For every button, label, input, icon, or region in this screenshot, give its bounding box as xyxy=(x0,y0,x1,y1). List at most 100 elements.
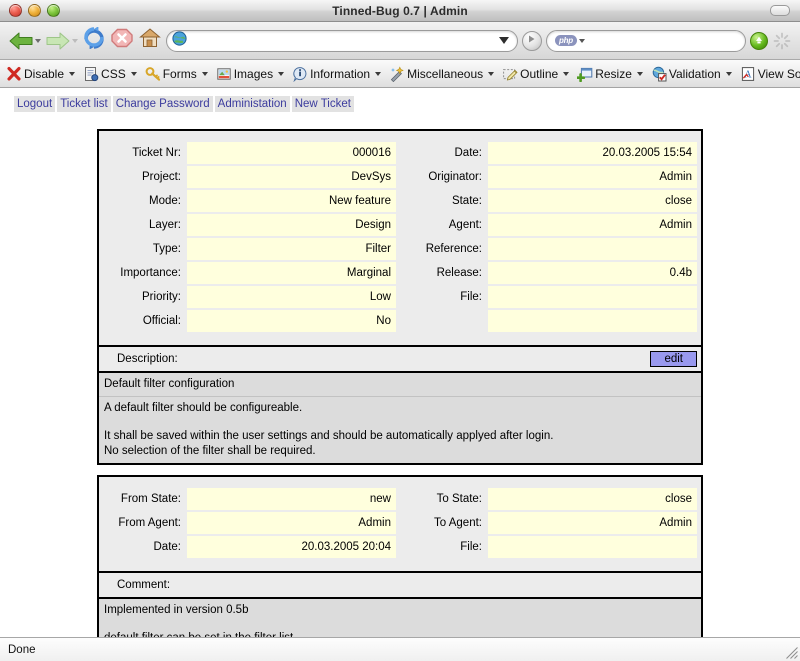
chevron-down-icon[interactable] xyxy=(69,71,76,76)
devbar-label: Information xyxy=(310,66,371,81)
field-row-layer: Layer: Design xyxy=(99,214,396,236)
devbar-label: Forms xyxy=(162,66,197,81)
go-arrow-icon xyxy=(526,32,538,50)
field-row-transition-date: Date: 20.03.2005 20:04 xyxy=(99,536,396,558)
home-icon xyxy=(138,27,162,54)
comment-caption: Comment: xyxy=(117,579,171,591)
field-label: Layer: xyxy=(149,219,181,231)
devbar-item-resize[interactable]: Resize xyxy=(573,62,647,86)
devbar-item-information[interactable]: Information xyxy=(288,62,385,86)
toolbar-toggle-button[interactable] xyxy=(770,5,790,16)
download-arrow-icon xyxy=(754,32,764,50)
field-label xyxy=(400,310,488,332)
field-row-transition-file: File: xyxy=(400,536,697,558)
images-picture-icon xyxy=(216,66,232,82)
field-value-transition-file xyxy=(488,536,697,558)
nav-link-change-password[interactable]: Change Password xyxy=(112,96,213,112)
devbar-item-miscellaneous[interactable]: Miscellaneous xyxy=(385,62,498,86)
back-dropdown-icon[interactable] xyxy=(35,38,41,43)
information-icon xyxy=(292,66,308,82)
back-button[interactable] xyxy=(8,30,41,52)
forward-button[interactable] xyxy=(45,30,78,52)
field-label: Project: xyxy=(142,171,181,183)
reload-icon xyxy=(82,26,106,54)
nav-link-administation[interactable]: Administation xyxy=(214,96,290,112)
field-value-mode: New feature xyxy=(187,190,396,212)
minimize-button[interactable] xyxy=(28,4,41,17)
nav-link-logout[interactable]: Logout xyxy=(14,96,56,112)
edit-description-button[interactable]: edit xyxy=(650,351,697,367)
zoom-button[interactable] xyxy=(47,4,60,17)
search-bar[interactable]: php xyxy=(545,29,746,52)
field-value-type: Filter xyxy=(187,238,396,260)
reload-button[interactable] xyxy=(82,26,106,54)
field-label: From State: xyxy=(120,493,181,505)
web-developer-toolbar: Disable CSS Forms Images Information Mis… xyxy=(0,60,800,88)
home-button[interactable] xyxy=(138,27,162,54)
search-input[interactable] xyxy=(585,31,737,50)
chevron-down-icon[interactable] xyxy=(725,71,732,76)
miscellaneous-wand-icon xyxy=(389,65,405,82)
red-x-icon xyxy=(6,66,22,82)
devbar-item-forms[interactable]: Forms xyxy=(141,62,212,86)
field-value-official: No xyxy=(187,310,396,332)
field-value-ticket-nr: 000016 xyxy=(187,142,396,164)
chevron-down-icon[interactable] xyxy=(488,71,495,76)
address-input[interactable] xyxy=(187,31,499,50)
back-arrow-icon xyxy=(8,30,34,52)
field-label: Originator: xyxy=(428,171,482,183)
field-label: File: xyxy=(460,541,482,553)
resize-grip-icon[interactable] xyxy=(784,645,799,660)
browser-window: Tinned-Bug 0.7 | Admin php Disable CSS F… xyxy=(0,0,800,661)
navigation-toolbar: php xyxy=(0,22,800,60)
page-nav-links: Logout Ticket list Change Password Administ… xyxy=(0,88,800,112)
downloads-button[interactable] xyxy=(750,31,768,50)
page-content: Logout Ticket list Change Password Administ… xyxy=(0,88,800,637)
field-value-date: 20.03.2005 15:54 xyxy=(488,142,697,164)
go-button[interactable] xyxy=(521,30,542,51)
field-row-state: State: close xyxy=(400,190,697,212)
description-caption: Description: xyxy=(117,353,178,365)
ticket-fields-left: Ticket Nr: 000016 Project: DevSys Mode: … xyxy=(99,131,400,345)
devbar-item-outline[interactable]: Outline xyxy=(498,62,573,86)
search-engine-badge[interactable]: php xyxy=(554,35,577,46)
devbar-item-css[interactable]: CSS xyxy=(79,62,141,86)
nav-link-ticket-list[interactable]: Ticket list xyxy=(57,96,111,112)
chevron-down-icon[interactable] xyxy=(375,71,382,76)
field-row-date: Date: 20.03.2005 15:54 xyxy=(400,142,697,164)
field-label: Reference: xyxy=(425,243,482,255)
chevron-down-icon[interactable] xyxy=(130,71,137,76)
chevron-down-icon[interactable] xyxy=(201,71,208,76)
page-favicon-icon xyxy=(172,30,187,51)
field-value-from-agent: Admin xyxy=(187,512,396,534)
field-row-release: Release: 0.4b xyxy=(400,262,697,284)
nav-link-new-ticket[interactable]: New Ticket xyxy=(291,96,354,112)
stop-button[interactable] xyxy=(110,27,134,54)
close-button[interactable] xyxy=(9,4,22,17)
window-controls xyxy=(0,4,60,17)
chevron-down-icon[interactable] xyxy=(278,71,285,76)
field-label: Official: xyxy=(142,315,181,327)
address-bar[interactable] xyxy=(166,29,518,52)
forward-dropdown-icon[interactable] xyxy=(72,38,78,43)
devbar-item-images[interactable]: Images xyxy=(212,62,288,86)
field-label: Ticket Nr: xyxy=(132,147,181,159)
chevron-down-icon[interactable] xyxy=(563,71,570,76)
devbar-item-view-source[interactable]: A View Source xyxy=(736,62,800,86)
devbar-item-validation[interactable]: Validation xyxy=(647,62,736,86)
devbar-label: Miscellaneous xyxy=(407,66,484,81)
devbar-label: CSS xyxy=(101,66,126,81)
field-value-layer: Design xyxy=(187,214,396,236)
window-title: Tinned-Bug 0.7 | Admin xyxy=(332,3,468,18)
field-label: Date: xyxy=(454,147,483,159)
devbar-item-disable[interactable]: Disable xyxy=(2,62,79,86)
chevron-down-icon[interactable] xyxy=(636,71,643,76)
field-label: Priority: xyxy=(142,291,181,303)
comment-body: Implemented in version 0.5b default filt… xyxy=(99,597,701,637)
field-value-originator: Admin xyxy=(488,166,697,188)
comment-line-1: Implemented in version 0.5b xyxy=(104,604,249,616)
field-row-reference: Reference: xyxy=(400,238,697,260)
description-line-3: No selection of the filter shall be requ… xyxy=(104,445,316,457)
address-dropdown-icon[interactable] xyxy=(498,37,509,44)
status-text: Done xyxy=(8,643,36,656)
